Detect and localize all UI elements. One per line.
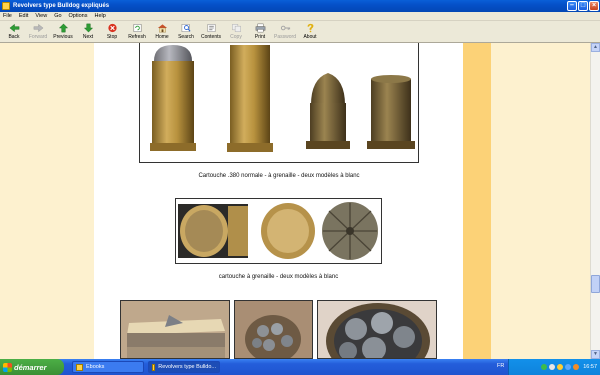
refresh-button[interactable]: Refresh xyxy=(124,21,150,43)
search-icon xyxy=(181,24,190,32)
stop-icon xyxy=(107,23,117,33)
next-button[interactable]: Next xyxy=(76,21,100,43)
app-icon xyxy=(2,2,10,10)
caption-heads: cartouche à grenaille - deux modèles à b… xyxy=(218,274,339,280)
up-arrow-icon xyxy=(58,23,68,33)
home-icon xyxy=(157,24,167,33)
close-button[interactable]: × xyxy=(589,1,599,11)
start-button[interactable]: démarrer xyxy=(0,359,64,375)
down-arrow-icon xyxy=(83,23,93,33)
cartridge-heads-photo xyxy=(175,198,382,264)
home-button[interactable]: Home xyxy=(150,21,174,43)
menu-edit[interactable]: Edit xyxy=(19,13,28,19)
menu-view[interactable]: View xyxy=(35,13,47,19)
print-button[interactable]: Print xyxy=(248,21,272,43)
print-icon xyxy=(255,23,265,33)
contents-icon xyxy=(207,24,215,32)
key-icon xyxy=(280,25,290,31)
back-button[interactable]: Back xyxy=(2,21,26,43)
password-button[interactable]: Password xyxy=(272,21,298,43)
window-title: Revolvers type Bulldog expliqués xyxy=(13,3,110,9)
back-arrow-icon xyxy=(9,23,19,33)
update-icon[interactable] xyxy=(565,364,572,370)
forward-arrow-icon xyxy=(33,23,43,33)
task-label: Ebooks xyxy=(86,364,105,370)
about-icon xyxy=(307,23,313,33)
previous-button[interactable]: Previous xyxy=(50,21,76,43)
menu-options[interactable]: Options xyxy=(69,13,88,19)
vertical-scrollbar[interactable]: ▲ ▼ xyxy=(590,43,600,359)
task-revolvers[interactable]: Revolvers type Bulldo... xyxy=(148,361,220,373)
menu-file[interactable]: File xyxy=(3,13,12,19)
scrollbar-thumb[interactable] xyxy=(591,275,600,293)
right-margin-band xyxy=(491,43,590,359)
scroll-down-arrow-icon[interactable]: ▼ xyxy=(591,350,600,359)
start-label: démarrer xyxy=(14,362,47,372)
stop-button[interactable]: Stop xyxy=(100,21,124,43)
toolbar: Back Forward Previous Next Stop Refresh … xyxy=(0,21,600,43)
maximize-button[interactable]: □ xyxy=(578,1,588,11)
menu-help[interactable]: Help xyxy=(95,13,106,19)
windows-logo-icon xyxy=(3,362,12,372)
copy-button[interactable]: Copy xyxy=(224,21,248,43)
document-view[interactable]: Cartouche .380 normale - à grenaille - d… xyxy=(0,43,590,359)
system-tray: FR 16:57 xyxy=(497,359,600,375)
forward-button[interactable]: Forward xyxy=(26,21,50,43)
lead-shot-photo xyxy=(234,300,313,359)
refresh-icon xyxy=(133,24,141,32)
menu-bar: File Edit View Go Options Help xyxy=(0,12,600,21)
ebook-icon xyxy=(152,363,156,371)
volume-icon[interactable] xyxy=(549,364,556,370)
taskbar: démarrer Ebooks Revolvers type Bulldo...… xyxy=(0,359,600,375)
minimize-button[interactable]: – xyxy=(567,1,577,11)
task-ebooks[interactable]: Ebooks xyxy=(72,361,144,373)
network-icon[interactable] xyxy=(541,364,548,370)
language-indicator[interactable]: FR xyxy=(497,363,504,369)
about-button[interactable]: About xyxy=(298,21,322,43)
antivirus-icon[interactable] xyxy=(573,364,580,370)
clock[interactable]: 16:57 xyxy=(583,364,597,370)
task-label: Revolvers type Bulldo... xyxy=(158,364,216,370)
title-bar: Revolvers type Bulldog expliqués – □ × xyxy=(0,0,600,12)
contents-button[interactable]: Contents xyxy=(198,21,224,43)
messenger-icon[interactable] xyxy=(557,364,564,370)
menu-go[interactable]: Go xyxy=(54,13,61,19)
left-margin-band xyxy=(0,43,94,359)
cartridges-photo xyxy=(139,43,419,163)
folder-icon xyxy=(76,363,83,371)
copy-icon xyxy=(231,24,241,32)
caption-cartridges: Cartouche .380 normale - à grenaille - d… xyxy=(198,173,360,179)
search-button[interactable]: Search xyxy=(174,21,198,43)
right-accent-band xyxy=(463,43,491,359)
lead-shot-closeup-photo xyxy=(317,300,437,359)
shot-wad-photo xyxy=(120,300,230,359)
scroll-up-arrow-icon[interactable]: ▲ xyxy=(591,43,600,52)
